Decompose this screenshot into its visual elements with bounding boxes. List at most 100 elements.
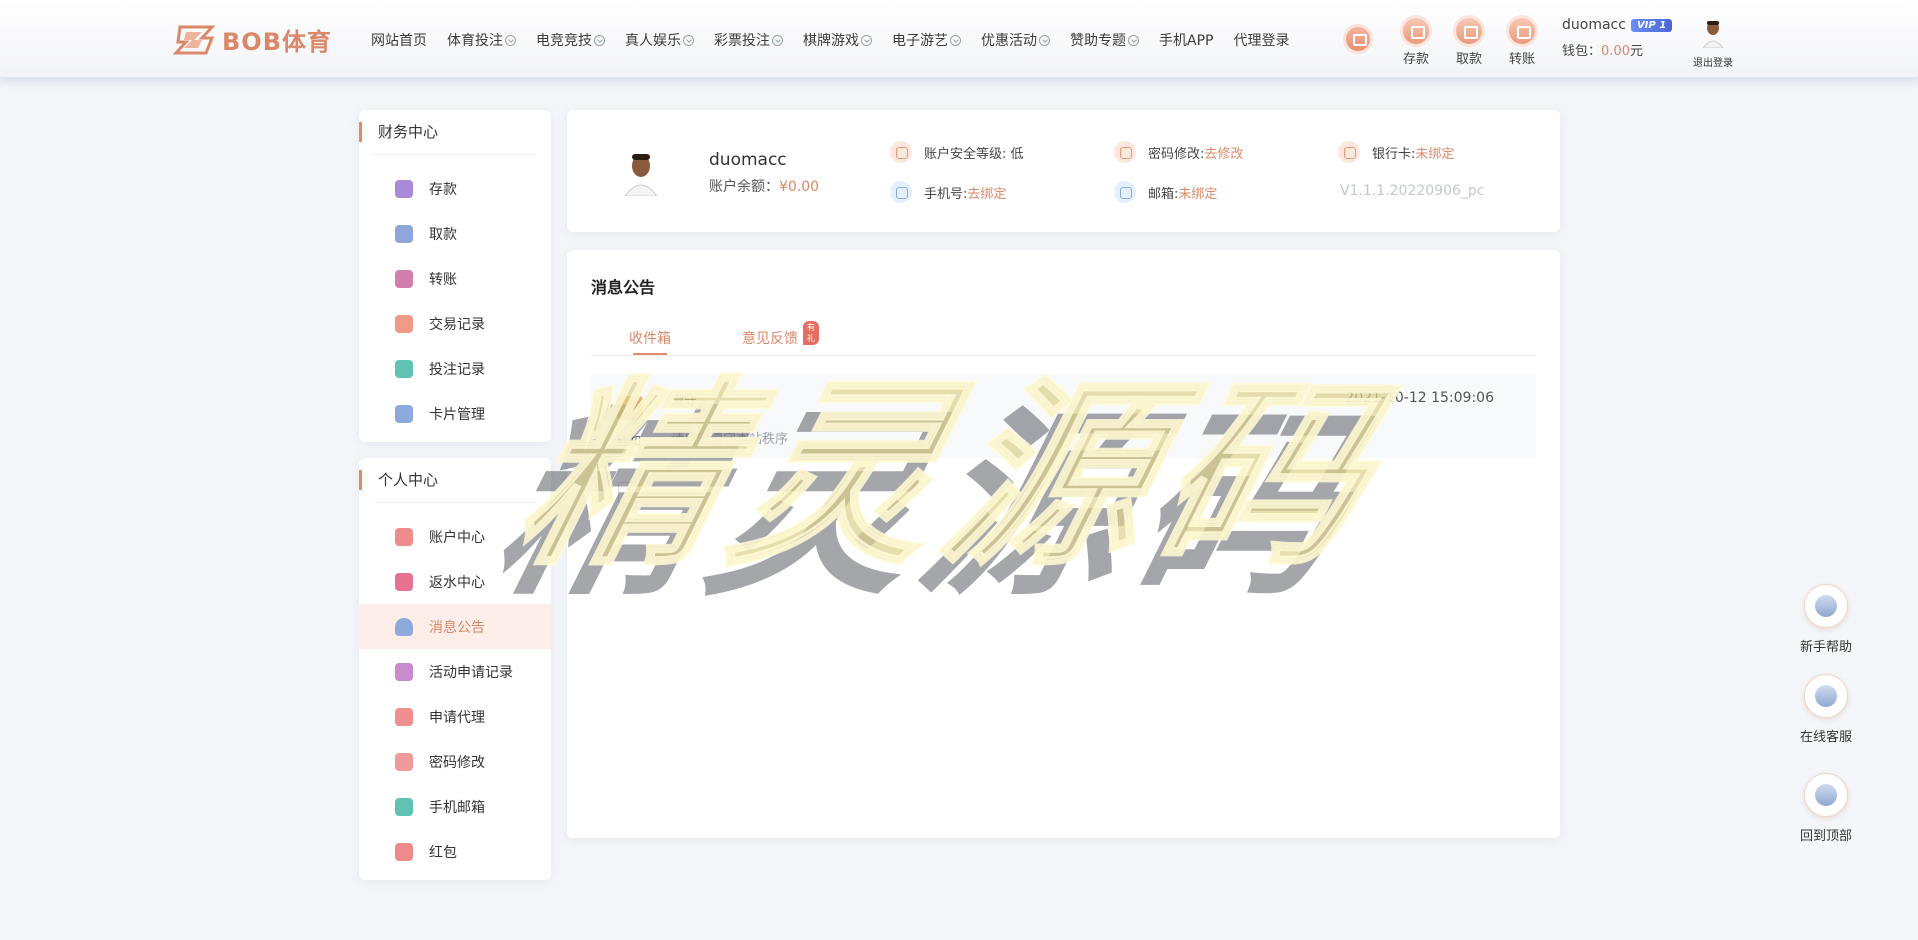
nav-item-10[interactable]: 代理登录 xyxy=(1233,30,1289,50)
phone-icon xyxy=(890,181,912,203)
nav-item-8[interactable]: 赞助专题 xyxy=(1070,30,1139,50)
main-nav: 网站首页 体育投注 电竞竞技 真人娱乐 彩票投注 棋牌游戏 电子游艺 优惠活动 赞助专题 手机AP… xyxy=(371,30,1309,50)
sidebar-item-personal-center-5[interactable]: 密码修改 xyxy=(359,739,551,784)
mail-icon xyxy=(1114,181,1136,203)
sidebar-item-personal-center-0[interactable]: 账户中心 xyxy=(359,514,551,559)
sidebar-item-finance-center-1[interactable]: 取款 xyxy=(359,211,551,256)
security-level-label: 账户安全等级: 低 xyxy=(924,146,1024,162)
nav-item-label: 手机APP xyxy=(1159,33,1214,49)
tab-inbox[interactable]: 收件箱 xyxy=(629,328,671,355)
message-date: 2021-10-12 15:09:06 xyxy=(1345,390,1494,406)
message-type: 通知 xyxy=(617,434,642,448)
sidebar-item-personal-center-4[interactable]: 申请代理 xyxy=(359,694,551,739)
nav-item-1[interactable]: 体育投注 xyxy=(447,30,516,50)
sidebar-item-personal-center-7[interactable]: 红包 xyxy=(359,829,551,874)
bet-record-icon xyxy=(395,359,413,378)
bank-card-status[interactable]: 未绑定 xyxy=(1415,143,1454,162)
chevron-down-icon xyxy=(861,34,872,46)
sidebar-item-personal-center-3[interactable]: 活动申请记录 xyxy=(359,649,551,694)
phone-label: 手机号: xyxy=(924,186,968,202)
message-icon[interactable] xyxy=(1346,27,1370,51)
sidebar-item-finance-center-3[interactable]: 交易记录 xyxy=(359,301,551,346)
sidebar-item-label: 手机邮箱 xyxy=(429,799,485,816)
header-deposit-button[interactable]: 存款 xyxy=(1396,18,1436,67)
gift-icon xyxy=(395,572,413,591)
chevron-down-icon xyxy=(505,34,516,46)
gift-badge: 有礼 xyxy=(803,321,819,345)
password-label: 密码修改: xyxy=(1148,146,1205,162)
message-body: 请自觉遵守本站秩序 xyxy=(671,432,789,447)
wallet-label: 钱包： xyxy=(1562,44,1602,59)
beginner-help-label: 新手帮助 xyxy=(1799,640,1852,655)
sidebar-item-label: 活动申请记录 xyxy=(429,664,513,681)
password-info: 密码修改: 去修改 xyxy=(1114,141,1243,163)
bind-phone-link[interactable]: 去绑定 xyxy=(967,183,1006,202)
sidebar-item-personal-center-6[interactable]: 手机邮箱 xyxy=(359,784,551,829)
transfer-icon xyxy=(1509,18,1535,44)
chevron-down-icon xyxy=(1039,34,1050,46)
header-transfer-button[interactable]: 转账 xyxy=(1502,18,1542,67)
profile-card: duomacc 账户余额：¥0.00 xyxy=(567,110,1560,232)
sidebar-item-label: 投注记录 xyxy=(429,361,485,378)
sidebar-item-label: 消息公告 xyxy=(429,619,485,636)
withdraw-icon xyxy=(1456,18,1482,44)
logo-mark-icon xyxy=(172,25,216,54)
brand-logo[interactable]: BOB体育 xyxy=(172,22,332,57)
divider xyxy=(373,502,537,503)
online-service-button[interactable]: 在线客服 xyxy=(1796,674,1856,745)
sidebar-item-personal-center-1[interactable]: 返水中心 xyxy=(359,559,551,604)
change-password-link[interactable]: 去修改 xyxy=(1204,143,1243,162)
finance-center-panel: 财务中心 存款 取款 转账交易记录投注记录卡片管理 xyxy=(359,110,551,442)
security-level: 账户安全等级: 低 xyxy=(890,141,1024,163)
back-to-top-button[interactable]: 回到顶部 xyxy=(1796,773,1856,844)
tab-feedback[interactable]: 意见反馈 有礼 xyxy=(742,321,819,348)
nav-item-7[interactable]: 优惠活动 xyxy=(981,30,1050,50)
divider xyxy=(373,154,537,155)
sidebar-item-label: 账户中心 xyxy=(429,529,485,546)
nav-item-2[interactable]: 电竞竞技 xyxy=(536,30,605,50)
chevron-down-icon xyxy=(772,34,783,46)
nav-item-9[interactable]: 手机APP xyxy=(1159,30,1213,50)
nav-item-4[interactable]: 彩票投注 xyxy=(714,30,783,50)
username-row: duomacc VIP 1 xyxy=(1562,17,1673,33)
nav-item-label: 优惠活动 xyxy=(981,33,1037,49)
nav-item-label: 代理登录 xyxy=(1233,33,1290,49)
sidebar-item-finance-center-0[interactable]: 存款 xyxy=(359,166,551,211)
transfer-icon xyxy=(395,269,413,288)
nav-item-label: 体育投注 xyxy=(447,33,503,49)
sidebar-item-finance-center-4[interactable]: 投注记录 xyxy=(359,346,551,391)
balance-label: 账户余额： xyxy=(709,179,779,195)
finance-center-title: 财务中心 xyxy=(359,122,438,142)
lock-icon xyxy=(1114,141,1136,163)
logout-button[interactable]: 退出登录 xyxy=(1690,18,1736,69)
record-icon xyxy=(395,314,413,333)
next-page-button[interactable]: › xyxy=(650,486,655,500)
header-transfer-label: 转账 xyxy=(1508,52,1535,67)
header-deposit-label: 存款 xyxy=(1402,52,1429,67)
lock-icon xyxy=(395,752,413,771)
sidebar-item-finance-center-2[interactable]: 转账 xyxy=(359,256,551,301)
sidebar-item-finance-center-5[interactable]: 卡片管理 xyxy=(359,391,551,436)
bank-card-info: 银行卡: 未绑定 xyxy=(1338,141,1454,163)
messages-tabs: 收件箱 意见反馈 有礼 xyxy=(591,321,1536,356)
nav-item-3[interactable]: 真人娱乐 xyxy=(625,30,694,50)
logout-label: 退出登录 xyxy=(1693,58,1733,69)
sidebar-item-label: 卡片管理 xyxy=(429,406,485,423)
sidebar-item-personal-center-2[interactable]: 消息公告 xyxy=(359,604,551,649)
wallet-unit: 元 xyxy=(1629,44,1643,59)
nav-item-5[interactable]: 棋牌游戏 xyxy=(803,30,872,50)
profile-username: duomacc xyxy=(709,150,787,170)
nav-item-0[interactable]: 网站首页 xyxy=(371,30,427,50)
chevron-down-icon xyxy=(1128,34,1139,46)
gamepad-icon xyxy=(1804,584,1848,628)
online-service-label: 在线客服 xyxy=(1799,730,1852,745)
nav-item-6[interactable]: 电子游艺 xyxy=(892,30,961,50)
sidebar-item-label: 交易记录 xyxy=(429,316,485,333)
beginner-help-button[interactable]: 新手帮助 xyxy=(1796,584,1856,655)
nav-item-label: 电竞竞技 xyxy=(536,33,592,49)
top-header: BOB体育 网站首页 体育投注 电竞竞技 真人娱乐 彩票投注 棋牌游戏 电子游艺 优惠活动 赞助… xyxy=(0,0,1918,78)
page-1-button[interactable]: 1 xyxy=(618,482,640,504)
message-item[interactable]: 通知 遵守 请自觉遵守本站秩序 2021-10-12 15:09:06 xyxy=(591,374,1536,458)
header-withdraw-button[interactable]: 取款 xyxy=(1449,18,1489,67)
email-status[interactable]: 未绑定 xyxy=(1178,183,1217,202)
